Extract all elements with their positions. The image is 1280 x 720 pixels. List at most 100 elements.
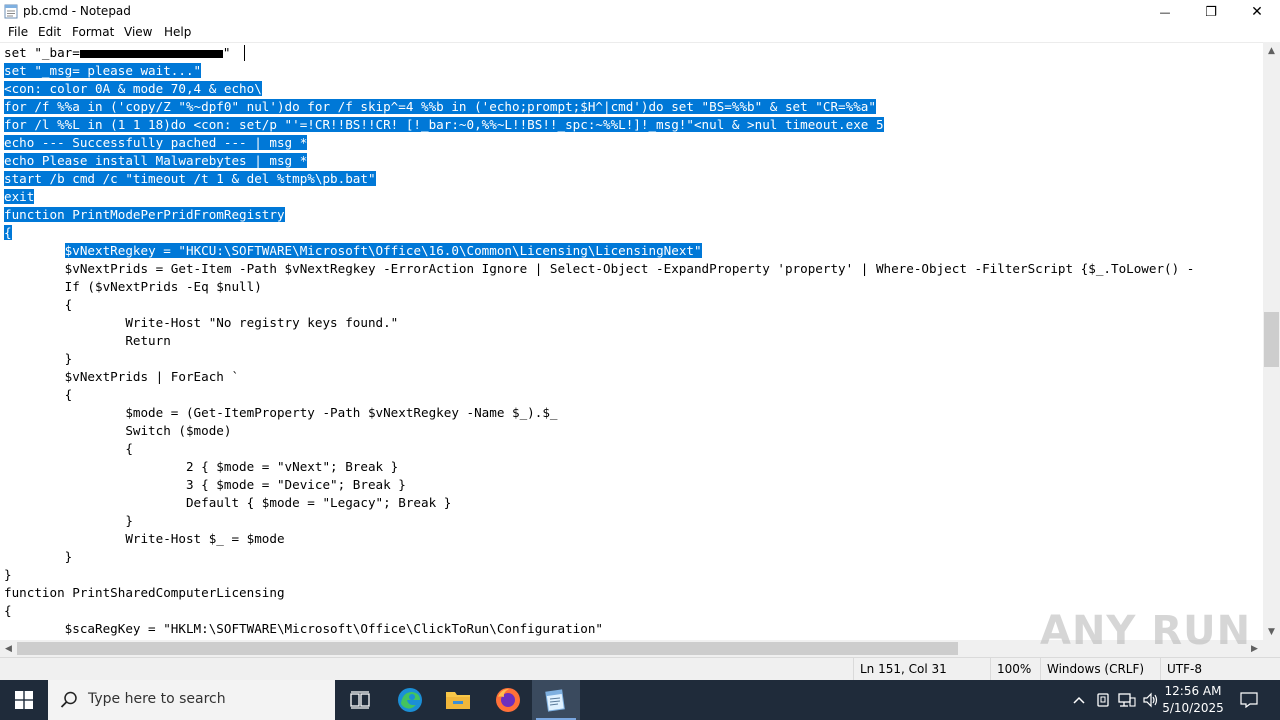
code-line: } bbox=[4, 350, 73, 368]
tray-network[interactable] bbox=[1116, 680, 1138, 720]
selected-text: echo Please install Malwarebytes | msg * bbox=[4, 153, 308, 168]
menu-format[interactable]: Format bbox=[72, 25, 114, 39]
menu-help[interactable]: Help bbox=[164, 25, 191, 39]
menu-file[interactable]: File bbox=[8, 25, 28, 39]
code-line: for /l %%L in (1 1 18)do <con: set/p "'=… bbox=[4, 116, 884, 134]
code-text: { bbox=[4, 441, 133, 456]
restore-icon: ❐ bbox=[1205, 4, 1217, 20]
notification-icon bbox=[1240, 692, 1258, 708]
encoding: UTF-8 bbox=[1160, 658, 1277, 681]
code-line: } bbox=[4, 512, 133, 530]
code-text: } bbox=[4, 513, 133, 528]
menu-edit[interactable]: Edit bbox=[38, 25, 61, 39]
tray-device[interactable] bbox=[1092, 680, 1114, 720]
code-line: $mode = (Get-ItemProperty -Path $vNextRe… bbox=[4, 404, 558, 422]
code-text: { bbox=[4, 297, 73, 312]
selected-text: $vNextRegkey = "HKCU:\SOFTWARE\Microsoft… bbox=[64, 243, 702, 258]
taskbar-firefox[interactable] bbox=[484, 680, 532, 720]
search-icon bbox=[60, 691, 77, 708]
scroll-down-icon[interactable]: ▼ bbox=[1263, 623, 1280, 640]
minimize-icon: — bbox=[1159, 5, 1171, 19]
vertical-scrollbar[interactable]: ▲ ▼ bbox=[1263, 42, 1280, 640]
clock-time: 12:56 AM bbox=[1164, 684, 1222, 698]
code-line: $vNextPrids | ForEach ` bbox=[4, 368, 239, 386]
code-line: } bbox=[4, 548, 73, 566]
selected-text: set "_msg= please wait..." bbox=[4, 63, 202, 78]
code-line: <con: color 0A & mode 70,4 & echo\ bbox=[4, 80, 262, 98]
code-line: for /f %%a in ('copy/Z "%~dpf0" nul')do … bbox=[4, 98, 876, 116]
notepad-icon bbox=[545, 689, 565, 712]
task-view-button[interactable] bbox=[336, 680, 384, 720]
scroll-up-icon[interactable]: ▲ bbox=[1263, 42, 1280, 59]
firefox-icon bbox=[496, 688, 520, 712]
system-clock[interactable]: 12:56 AM 5/10/2025 bbox=[1158, 683, 1228, 717]
code-line: Write-Host $_ = $mode bbox=[4, 530, 285, 548]
minimize-button[interactable]: — bbox=[1142, 0, 1188, 24]
start-button[interactable] bbox=[0, 680, 48, 720]
code-line: function PrintModePerPridFromRegistry bbox=[4, 206, 285, 224]
code-line: echo --- Successfully pached --- | msg * bbox=[4, 134, 308, 152]
redacted-block bbox=[79, 49, 223, 58]
scroll-left-icon[interactable]: ◀ bbox=[0, 640, 17, 657]
taskbar-notepad[interactable] bbox=[532, 680, 580, 720]
code-text: function PrintSharedComputerLicensing bbox=[4, 585, 285, 600]
code-text: Switch ($mode) bbox=[4, 423, 232, 438]
taskbar-file-explorer[interactable] bbox=[434, 680, 482, 720]
notifications-button[interactable] bbox=[1234, 680, 1264, 720]
code-text: Write-Host $_ = $mode bbox=[4, 531, 285, 546]
taskbar: Type here to search 12:56 AM 5/10/2025 bbox=[0, 680, 1280, 720]
code-text: $scaRegKey = "HKLM:\SOFTWARE\Microsoft\O… bbox=[4, 621, 603, 636]
code-text: If ($vNextPrids -Eq $null) bbox=[4, 279, 262, 294]
selected-text: { bbox=[4, 225, 12, 240]
code-text: " bbox=[222, 45, 238, 60]
code-text: { bbox=[4, 603, 12, 618]
code-text: set "_bar= bbox=[4, 45, 80, 60]
task-view-icon bbox=[350, 691, 370, 709]
text-caret bbox=[244, 45, 245, 61]
code-line: $vNextPrids = Get-Item -Path $vNextRegke… bbox=[4, 260, 1195, 278]
code-text: { bbox=[4, 387, 73, 402]
code-line: { bbox=[4, 224, 12, 242]
code-text: Write-Host "No registry keys found." bbox=[4, 315, 399, 330]
code-text: Default { $mode = "Legacy"; Break } bbox=[4, 495, 452, 510]
code-text: 2 { $mode = "vNext"; Break } bbox=[4, 459, 399, 474]
code-line: set "_msg= please wait..." bbox=[4, 62, 202, 80]
menu-bar: File Edit Format View Help bbox=[0, 24, 1280, 42]
taskbar-search-box[interactable]: Type here to search bbox=[48, 680, 335, 720]
code-line: start /b cmd /c "timeout /t 1 & del %tmp… bbox=[4, 170, 376, 188]
code-line: 3 { $mode = "Device"; Break } bbox=[4, 476, 406, 494]
text-editor[interactable]: set "_bar= " set "_msg= please wait..." <c… bbox=[0, 42, 1263, 641]
horizontal-scroll-thumb[interactable] bbox=[17, 642, 958, 655]
code-line: echo Please install Malwarebytes | msg * bbox=[4, 152, 308, 170]
code-text: $vNextPrids | ForEach ` bbox=[4, 369, 240, 384]
search-placeholder: Type here to search bbox=[88, 691, 226, 707]
chevron-up-icon bbox=[1073, 696, 1085, 704]
code-line: Return bbox=[4, 332, 171, 350]
code-line: { bbox=[4, 602, 12, 620]
selected-text: echo --- Successfully pached --- | msg * bbox=[4, 135, 308, 150]
code-line: { bbox=[4, 440, 133, 458]
close-button[interactable]: ✕ bbox=[1234, 0, 1280, 24]
maximize-button[interactable]: ❐ bbox=[1188, 0, 1234, 24]
menu-view[interactable]: View bbox=[124, 25, 152, 39]
close-icon: ✕ bbox=[1251, 4, 1263, 20]
code-line: Switch ($mode) bbox=[4, 422, 231, 440]
taskbar-edge[interactable] bbox=[386, 680, 434, 720]
code-text: $mode = (Get-ItemProperty -Path $vNextRe… bbox=[4, 405, 558, 420]
window-title: pb.cmd - Notepad bbox=[23, 4, 131, 18]
clock-date: 5/10/2025 bbox=[1162, 701, 1224, 715]
status-bar: Ln 151, Col 31 100% Windows (CRLF) UTF-8 bbox=[0, 657, 1280, 681]
selected-text: for /l %%L in (1 1 18)do <con: set/p "'=… bbox=[4, 117, 884, 132]
vertical-scroll-thumb[interactable] bbox=[1264, 312, 1279, 367]
code-text: } bbox=[4, 567, 12, 582]
code-line: function PrintSharedComputerLicensing bbox=[4, 584, 285, 602]
show-hidden-icons-button[interactable] bbox=[1068, 680, 1090, 720]
line-ending: Windows (CRLF) bbox=[1040, 658, 1161, 681]
selected-text: start /b cmd /c "timeout /t 1 & del %tmp… bbox=[4, 171, 376, 186]
watermark-logo: ANY RUN bbox=[1040, 608, 1252, 654]
code-line: Default { $mode = "Legacy"; Break } bbox=[4, 494, 451, 512]
selected-text: exit bbox=[4, 189, 35, 204]
code-line: } bbox=[4, 566, 12, 584]
selected-text: for /f %%a in ('copy/Z "%~dpf0" nul')do … bbox=[4, 99, 876, 114]
